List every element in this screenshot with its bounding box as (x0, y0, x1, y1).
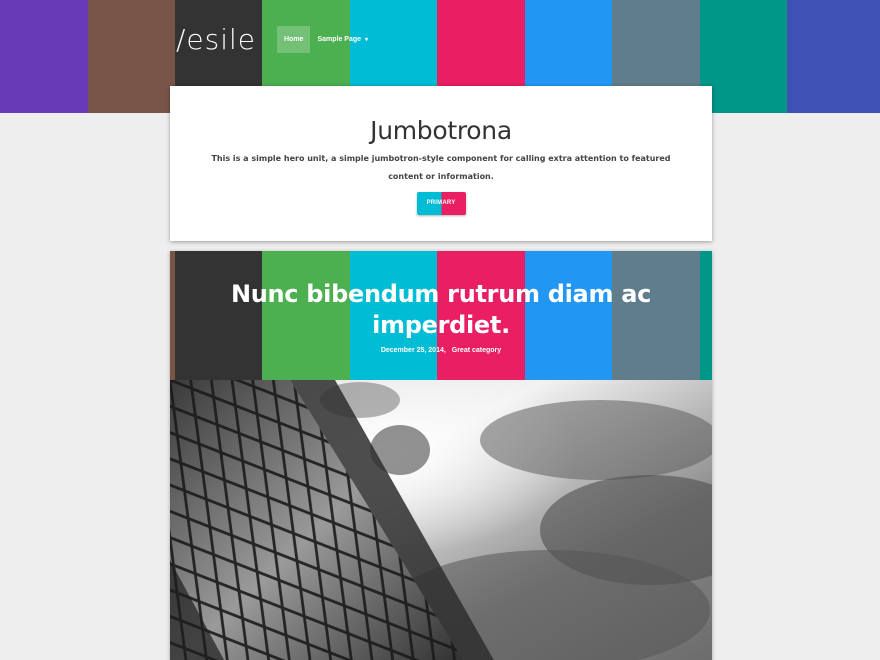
nav-item-home[interactable]: Home (277, 26, 311, 53)
nav-item-sample-page[interactable]: Sample Page ▾ (310, 26, 375, 53)
nav-item-label: Home (284, 36, 304, 43)
site-logo[interactable]: /esile (176, 22, 256, 58)
post-card: Nunc bibendum rutrum diam ac imperdiet. … (170, 251, 712, 660)
featured-image[interactable] (170, 380, 712, 660)
chevron-down-icon: ▾ (364, 37, 368, 43)
main-nav: Home Sample Page ▾ (277, 26, 375, 53)
post-title[interactable]: Nunc bibendum rutrum diam ac imperdiet. (170, 279, 712, 341)
post-date: December 25, 2014, (380, 347, 446, 354)
jumbotron-card: Jumbotrona This is a simple hero unit, a… (170, 86, 712, 241)
primary-button[interactable]: PRIMARY (416, 192, 466, 215)
post-category-link[interactable]: Great category (452, 347, 501, 354)
band-stripe-teal (700, 0, 787, 113)
band-stripe-purple (0, 0, 88, 113)
band-stripe-indigo (787, 0, 880, 113)
jumbotron-text: This is a simple hero unit, a simple jum… (211, 154, 671, 181)
band-stripe-brown (88, 0, 175, 113)
jumbotron-title: Jumbotrona (370, 116, 512, 145)
post-meta: December 25, 2014, Great category (170, 347, 712, 354)
nav-item-label: Sample Page (317, 36, 362, 43)
